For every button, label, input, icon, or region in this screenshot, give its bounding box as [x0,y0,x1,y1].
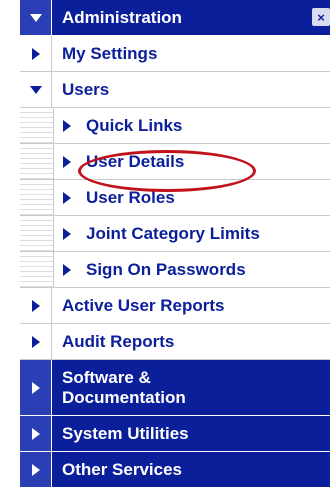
chevron-down-icon [29,85,42,94]
chevron-right-icon [31,381,40,394]
menu-active-user-reports[interactable]: Active User Reports [20,288,330,324]
chevron-right-icon [63,155,71,168]
chevron-right-icon [63,227,71,240]
submenu-label: Sign On Passwords [86,259,246,279]
navigation-menu: Administration × My Settings Users Quick… [20,0,330,488]
indent-lines [20,180,54,215]
menu-label: Software & Documentation [52,368,186,408]
expand-toggle[interactable] [20,36,52,71]
menu-label-line1: Software & [62,367,151,387]
indent-lines [20,108,54,143]
menu-other-services[interactable]: Other Services [20,452,330,488]
menu-my-settings[interactable]: My Settings [20,36,330,72]
submenu-quick-links[interactable]: Quick Links [20,108,330,144]
submenu-joint-category-limits[interactable]: Joint Category Limits [20,216,330,252]
menu-audit-reports[interactable]: Audit Reports [20,324,330,360]
chevron-right-icon [31,427,40,440]
menu-label: Users [62,79,110,99]
indent-lines [20,252,54,287]
menu-software-documentation[interactable]: Software & Documentation [20,360,330,416]
submenu-label: Joint Category Limits [86,223,260,243]
menu-label: Active User Reports [62,295,225,315]
expand-toggle[interactable] [20,0,52,35]
menu-label: My Settings [62,43,158,63]
submenu-label: User Roles [86,187,175,207]
chevron-right-icon [63,263,71,276]
submenu-label: Quick Links [86,115,183,135]
menu-label: System Utilities [62,423,189,443]
chevron-right-icon [31,463,40,476]
menu-label: Administration [62,7,182,27]
chevron-right-icon [31,299,40,312]
expand-toggle[interactable] [20,324,52,359]
close-icon[interactable]: × [312,8,330,26]
expand-toggle[interactable] [20,452,52,487]
menu-system-utilities[interactable]: System Utilities [20,416,330,452]
submenu-user-details[interactable]: User Details [20,144,330,180]
chevron-right-icon [31,335,40,348]
submenu-label: User Details [86,151,185,171]
indent-lines [20,216,54,251]
menu-users[interactable]: Users [20,72,330,108]
menu-label: Audit Reports [62,331,175,351]
menu-label-line2: Documentation [62,387,186,407]
chevron-right-icon [31,47,40,60]
expand-toggle[interactable] [20,416,52,451]
menu-label: Other Services [62,459,183,479]
chevron-down-icon [29,13,42,22]
indent-lines [20,144,54,179]
submenu-sign-on-passwords[interactable]: Sign On Passwords [20,252,330,288]
chevron-right-icon [63,119,71,132]
expand-toggle[interactable] [20,288,52,323]
expand-toggle[interactable] [20,360,52,415]
menu-administration[interactable]: Administration × [20,0,330,36]
expand-toggle[interactable] [20,72,52,107]
chevron-right-icon [63,191,71,204]
submenu-user-roles[interactable]: User Roles [20,180,330,216]
